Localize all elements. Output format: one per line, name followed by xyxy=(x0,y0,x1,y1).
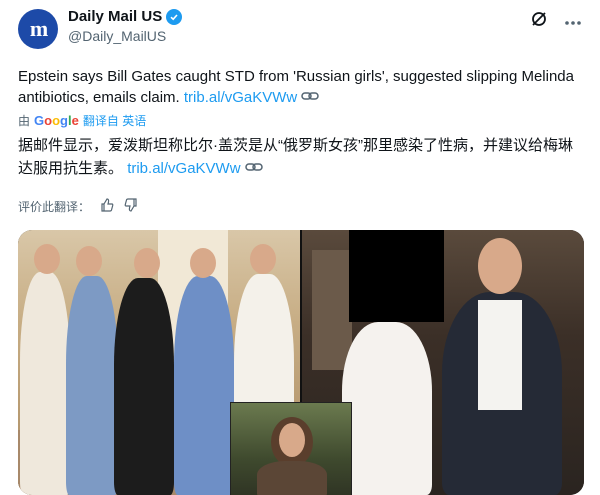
photo-head xyxy=(250,244,276,274)
translation-attribution: 由 Google 翻译自 英语 xyxy=(18,112,146,129)
header-actions xyxy=(530,10,582,33)
tweet-link[interactable]: trib.al/vGaKVWw xyxy=(184,89,297,106)
photo-person xyxy=(174,276,234,495)
translated-from[interactable]: 翻译自 英语 xyxy=(83,112,146,129)
photo-head xyxy=(478,238,522,294)
translated-body: 据邮件显示，爱泼斯坦称比尔·盖茨是从“俄罗斯女孩”那里感染了性病，并建议给梅琳达… xyxy=(18,137,573,177)
photo-background xyxy=(312,250,352,370)
rate-label: 评价此翻译： xyxy=(18,200,91,214)
more-icon[interactable] xyxy=(564,13,582,31)
avatar[interactable]: m xyxy=(18,9,58,49)
translated-link[interactable]: trib.al/vGaKVWw xyxy=(127,160,240,177)
link-icon xyxy=(301,89,320,106)
photo-head xyxy=(190,248,216,278)
avatar-letters: m xyxy=(29,16,48,41)
thumbs-down-icon[interactable] xyxy=(124,198,138,215)
translated-by: 由 xyxy=(18,114,31,128)
thumbs-up-icon[interactable] xyxy=(100,198,114,215)
photo-person xyxy=(114,278,174,495)
media-attachment[interactable] xyxy=(18,230,584,495)
photo-head xyxy=(34,244,60,274)
photo-head xyxy=(134,248,160,278)
grok-icon[interactable] xyxy=(530,10,548,33)
translated-text: 据邮件显示，爱泼斯坦称比尔·盖茨是从“俄罗斯女孩”那里感染了性病，并建议给梅琳达… xyxy=(18,134,583,180)
account-name-row[interactable]: Daily Mail US xyxy=(68,8,183,25)
photo-person xyxy=(257,461,327,495)
rate-translation: 评价此翻译： xyxy=(18,198,138,215)
account-name[interactable]: Daily Mail US xyxy=(68,8,162,25)
photo-head xyxy=(76,246,102,276)
inset-photo[interactable] xyxy=(230,402,352,495)
google-logo: Google xyxy=(34,113,79,128)
verified-badge-icon xyxy=(166,8,183,25)
account-handle[interactable]: @Daily_MailUS xyxy=(68,28,166,44)
tweet-text: Epstein says Bill Gates caught STD from … xyxy=(18,66,578,108)
photo-person xyxy=(20,272,70,495)
link-icon xyxy=(244,160,263,177)
photo-shirt xyxy=(478,300,522,410)
photo-person xyxy=(342,322,432,495)
redaction-box xyxy=(349,230,444,322)
photo-person xyxy=(66,276,118,495)
photo-head xyxy=(279,423,305,457)
